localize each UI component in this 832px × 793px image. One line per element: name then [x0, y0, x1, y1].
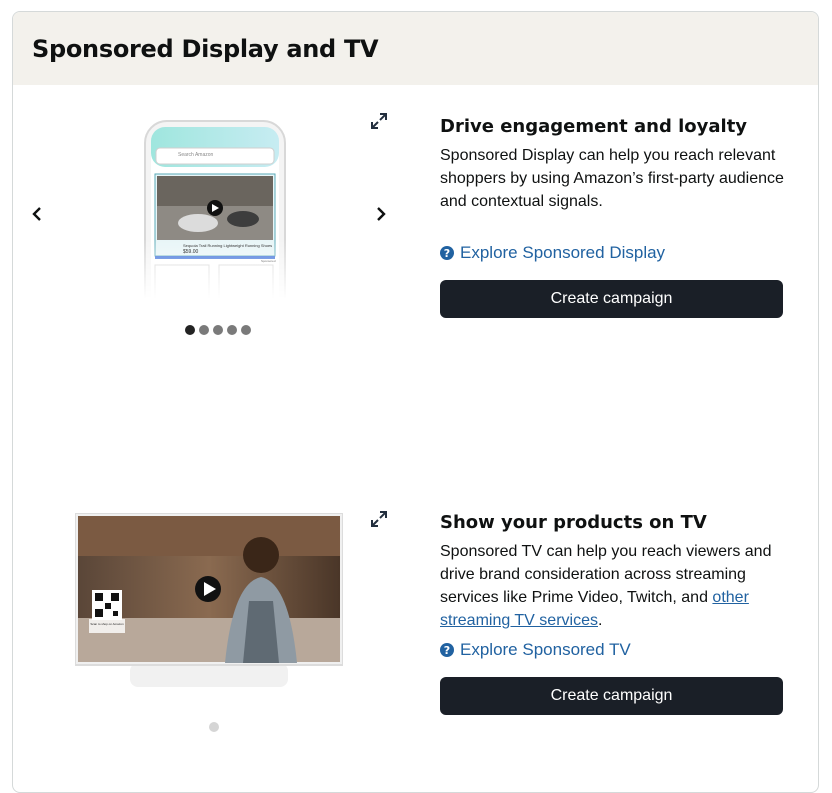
question-circle-icon: ?	[440, 643, 454, 657]
sponsored-display-section: Search Amazon Sequoia Trail Running Ligh…	[13, 86, 818, 416]
card-title: Sponsored Display and TV	[32, 34, 379, 63]
explore-display-label: Explore Sponsored Display	[460, 243, 666, 262]
question-circle-icon: ?	[440, 246, 454, 260]
explore-sponsored-display-link[interactable]: ? Explore Sponsored Display	[440, 243, 665, 263]
sponsored-tv-section: Scan to shop on Amazon Show your product…	[13, 484, 818, 784]
chevron-right-icon	[377, 207, 386, 221]
expand-button[interactable]	[370, 112, 388, 130]
expand-icon	[371, 511, 387, 527]
carousel-next-button[interactable]	[371, 204, 391, 224]
carousel-dot[interactable]	[227, 325, 237, 335]
expand-icon	[371, 113, 387, 129]
create-campaign-display-button[interactable]: Create campaign	[440, 280, 783, 318]
create-campaign-tv-button[interactable]: Create campaign	[440, 677, 783, 715]
carousel-dot[interactable]	[241, 325, 251, 335]
explore-tv-label: Explore Sponsored TV	[460, 640, 631, 659]
carousel-dots	[185, 325, 251, 335]
phone-search-placeholder: Search Amazon	[178, 152, 214, 158]
carousel-dot[interactable]	[213, 325, 223, 335]
carousel-dot[interactable]	[199, 325, 209, 335]
phone-product-price: $59.00	[183, 249, 199, 255]
carousel-prev-button[interactable]	[27, 204, 47, 224]
explore-sponsored-tv-link[interactable]: ? Explore Sponsored TV	[440, 640, 631, 660]
phone-sponsored-label: Sponsored	[261, 259, 276, 263]
chevron-left-icon	[32, 207, 41, 221]
display-description: Sponsored Display can help you reach rel…	[440, 147, 784, 210]
phone-illustration	[143, 120, 287, 299]
tv-preview: Scan to shop on Amazon	[74, 512, 344, 691]
tv-description-end: .	[597, 612, 603, 629]
carousel-dots	[209, 722, 219, 732]
phone-preview: Search Amazon Sequoia Trail Running Ligh…	[143, 119, 287, 299]
phone-product-title: Sequoia Trail Running Lightweight Runnin…	[183, 243, 273, 248]
carousel-dot[interactable]	[185, 325, 195, 335]
tv-description: Sponsored TV can help you reach viewers …	[440, 540, 785, 632]
card-header: Sponsored Display and TV	[13, 12, 818, 85]
carousel-dot[interactable]	[209, 722, 219, 732]
tv-heading: Show your products on TV	[440, 512, 707, 533]
tv-info: Show your products on TV Sponsored TV ca…	[440, 512, 785, 632]
expand-button[interactable]	[370, 510, 388, 528]
display-heading: Drive engagement and loyalty	[440, 116, 748, 137]
qr-caption: Scan to shop on Amazon	[90, 622, 124, 626]
sponsored-display-tv-card: Sponsored Display and TV Search Amazon S…	[12, 11, 819, 793]
display-info: Drive engagement and loyalty Sponsored D…	[440, 116, 785, 213]
tv-illustration	[74, 512, 344, 687]
